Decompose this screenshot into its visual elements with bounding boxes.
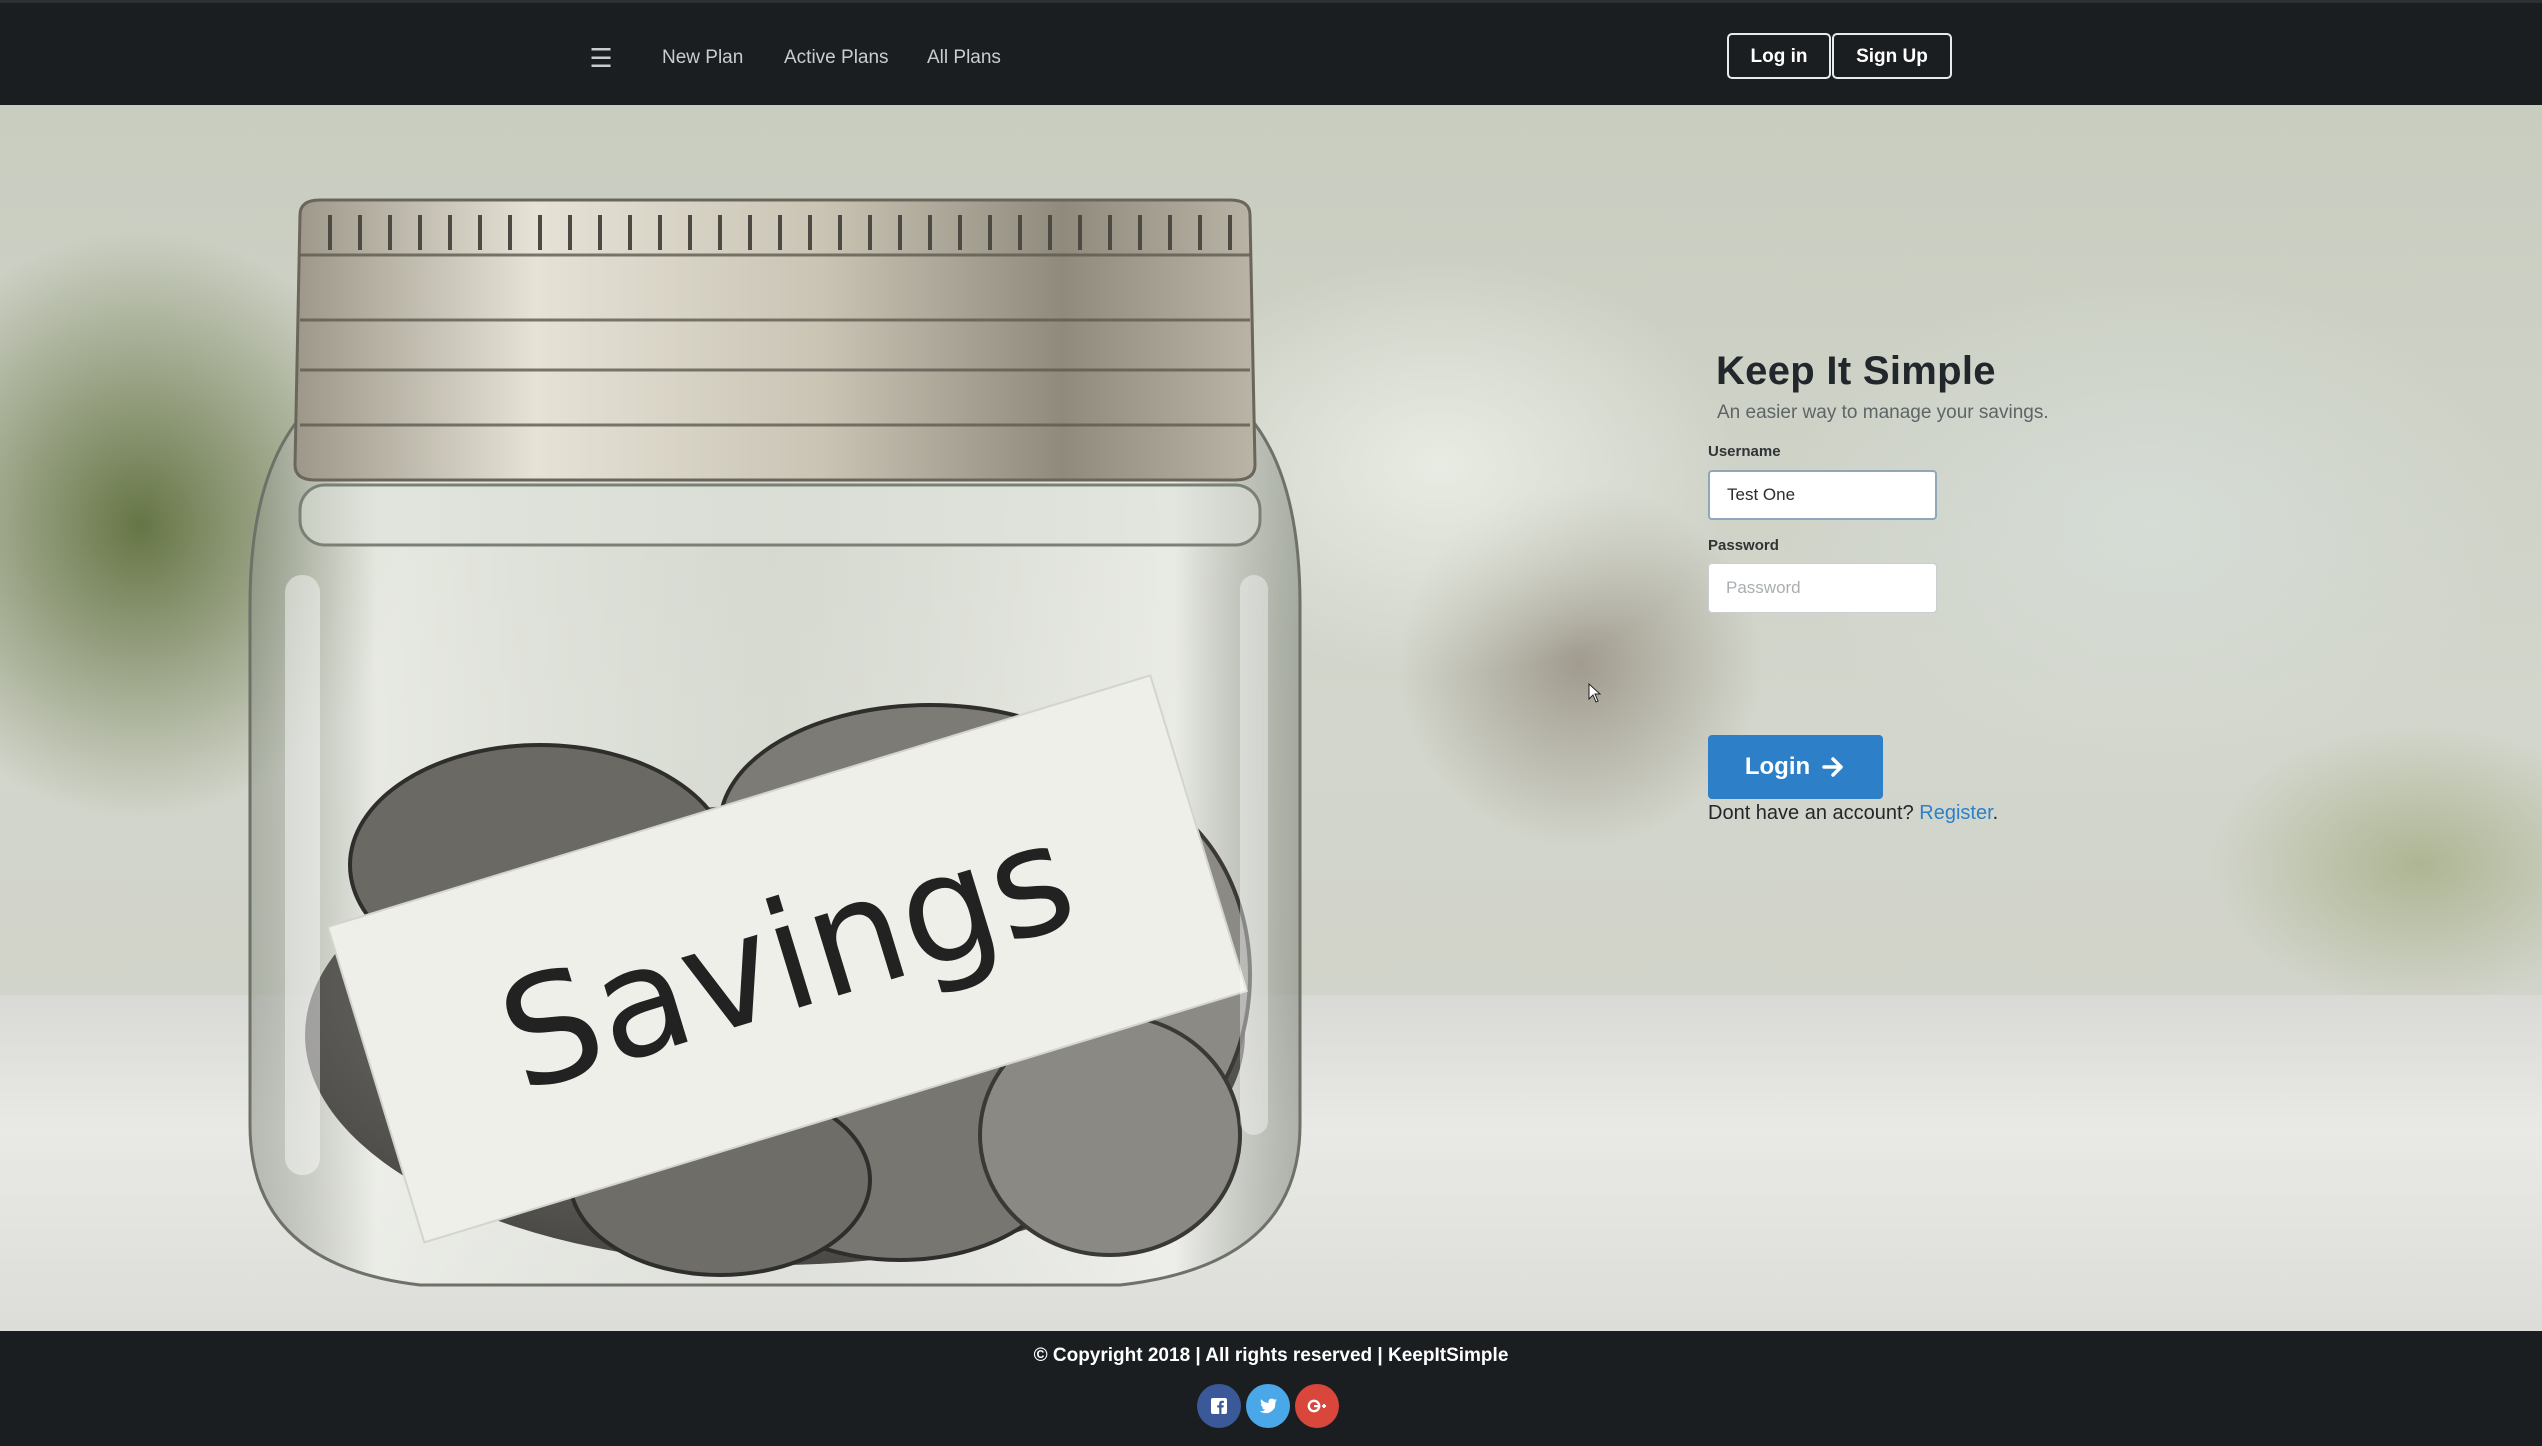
nav-link-active-plans[interactable]: Active Plans (784, 47, 889, 69)
mouse-cursor-icon (1588, 683, 1602, 703)
savings-jar-image: Savings (248, 198, 1302, 1287)
password-input[interactable] (1708, 563, 1937, 613)
register-prompt-text: Dont have an account? (1708, 802, 1914, 824)
register-prompt-line: Dont have an account? Register. (1708, 802, 1998, 825)
password-label: Password (1708, 537, 1779, 554)
nav-link-new-plan[interactable]: New Plan (662, 47, 743, 69)
arrow-right-icon (1822, 757, 1843, 777)
nav-link-all-plans[interactable]: All Plans (927, 47, 1001, 69)
top-navbar: ☰ New Plan Active Plans All Plans Log in… (0, 0, 2542, 105)
copyright-text: © Copyright 2018 | All rights reserved |… (1033, 1345, 1509, 1366)
register-link[interactable]: Register (1919, 802, 1992, 824)
username-input[interactable] (1708, 470, 1937, 520)
google-plus-icon[interactable] (1295, 1384, 1339, 1428)
hamburger-icon[interactable]: ☰ (586, 43, 616, 73)
username-label: Username (1708, 443, 1781, 460)
twitter-icon[interactable] (1246, 1384, 1290, 1428)
login-submit-label: Login (1744, 753, 1811, 780)
form-subtitle: An easier way to manage your savings. (1717, 402, 2049, 423)
facebook-icon[interactable] (1197, 1384, 1241, 1428)
hero-banner: Savings Keep It Simple An easier way to … (0, 105, 2542, 1331)
register-period: . (1992, 802, 1999, 824)
signup-nav-button[interactable]: Sign Up (1832, 33, 1952, 79)
form-title: Keep It Simple (1716, 349, 1996, 393)
login-submit-button[interactable]: Login (1708, 735, 1883, 799)
footer: © Copyright 2018 | All rights reserved |… (0, 1331, 2542, 1446)
login-nav-button[interactable]: Log in (1727, 33, 1831, 79)
